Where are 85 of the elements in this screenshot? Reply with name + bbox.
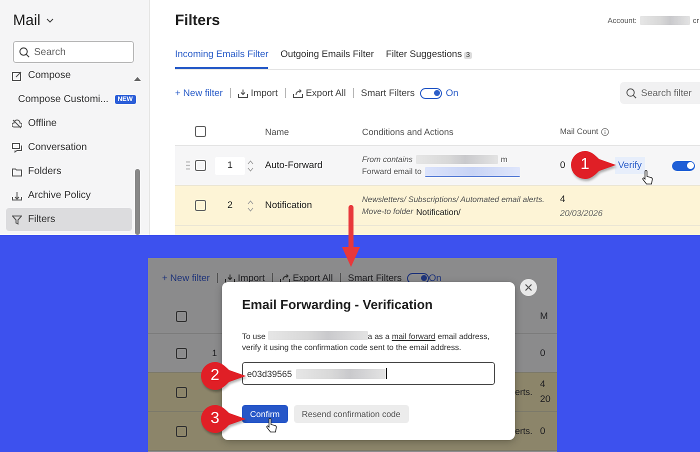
folder-name: Notification/ [416,206,461,216]
column-header: Name [265,126,290,136]
order-field[interactable]: 1 [215,156,245,174]
checkbox[interactable] [176,386,187,398]
sidebar-item[interactable]: Folders [6,160,132,183]
filter-name: Auto-Forward [265,160,324,171]
close-icon[interactable] [520,279,537,296]
scroll-up-icon[interactable] [134,76,140,81]
spinner-arrows-icon[interactable] [247,198,254,212]
page-title: Filters [175,12,220,28]
toolbar-button[interactable]: Export All [292,88,346,98]
checkbox[interactable] [195,200,206,211]
pencil-square-icon [12,70,22,80]
sidebar-item[interactable]: Archive Policy [6,184,132,207]
import-icon [238,88,248,98]
sidebar-item[interactable]: Offline [6,112,132,135]
action-text: Forward email to [362,167,422,176]
blurred-text [640,16,690,24]
down-arrow [342,205,360,267]
checkbox[interactable] [176,426,187,436]
toggle-state: On [446,88,458,98]
mail-count: 0 [540,426,546,436]
tab[interactable]: Incoming Emails Filter [175,49,268,69]
condition-text: erts. [515,426,533,436]
smart-filters-label: Smart Filters [348,272,402,284]
info-icon [601,128,610,136]
checkbox[interactable] [176,311,187,322]
search-icon [19,46,30,58]
step-callout: 3 [201,404,247,434]
chevron-down-icon[interactable] [46,18,54,22]
verify-button[interactable]: Verify [615,157,645,174]
step-callout: 2 [201,361,247,391]
sidebar-item[interactable]: Conversation [6,136,132,159]
mail-count: 0 [560,160,566,171]
mail-count: 4 [540,379,546,390]
text-cursor [386,368,388,380]
step-callout: 1 [571,150,617,180]
folder-icon [12,166,22,176]
dialog-message: To use a as a mail forward email address, verify it using the confirmation code sent to the email address. [242,331,491,354]
mail-forward-link[interactable]: mail forward [392,332,436,341]
tab[interactable]: Outgoing Emails Filter [280,49,374,69]
date-text: 20 [540,394,552,405]
condition-text: m [500,154,508,164]
table-row[interactable]: 2 Notification Newsletters/ Subscriptions/ Automated email alerts. Move-to folder Notification/ 4 20/03/2026 [175,186,700,226]
blurred-link[interactable] [424,166,520,176]
hand-cursor-icon [266,418,277,433]
export-icon [292,88,303,98]
dialog-title: Email Forwarding - Verification [242,297,434,312]
mail-count: 4 [560,194,566,204]
toolbar-button[interactable]: Import [238,88,278,98]
funnel-icon [12,214,22,224]
checkbox[interactable] [176,348,187,358]
search-icon [626,88,637,98]
app-title: Mail [13,12,41,28]
cloud-icon [12,118,22,128]
filter-name: Notification [265,200,313,211]
tray-icon [12,190,22,200]
search-field[interactable]: Search [13,41,134,63]
column-header: M [540,311,549,322]
condition-text: From contains [362,154,413,164]
sidebar-item[interactable]: Filters [6,208,132,231]
hand-cursor-icon [642,170,653,185]
checkbox[interactable] [195,126,206,137]
date-text: 20/03/2026 [560,208,603,218]
checkbox[interactable] [195,160,206,171]
mail-count: 0 [540,348,546,358]
resend-button[interactable]: Resend confirmation code [294,405,409,424]
spinner-arrows-icon[interactable] [247,158,254,172]
new-filter-button[interactable]: + New filter [175,88,223,98]
chat-icon [12,142,22,152]
toggle-switch[interactable] [672,160,695,170]
condition-text: erts. [515,387,533,397]
smart-filters-label: Smart Filters [360,88,415,98]
action-text: Move-to folder [362,207,414,216]
search-field[interactable]: Search filter [620,82,700,104]
column-header: Mail Count [560,127,598,136]
condition-text: Newsletters/ Subscriptions/ Automated email alerts. [362,194,544,204]
drag-handle-icon[interactable] [186,161,190,170]
toggle-state: On [428,272,442,284]
order-number: 1 [212,348,217,358]
order-field[interactable]: 2 [215,196,245,214]
sidebar-item[interactable]: Compose [6,64,132,87]
column-header: Conditions and Actions [362,126,455,136]
confirm-button[interactable]: Confirm [242,405,288,424]
toggle-switch[interactable] [420,88,442,98]
